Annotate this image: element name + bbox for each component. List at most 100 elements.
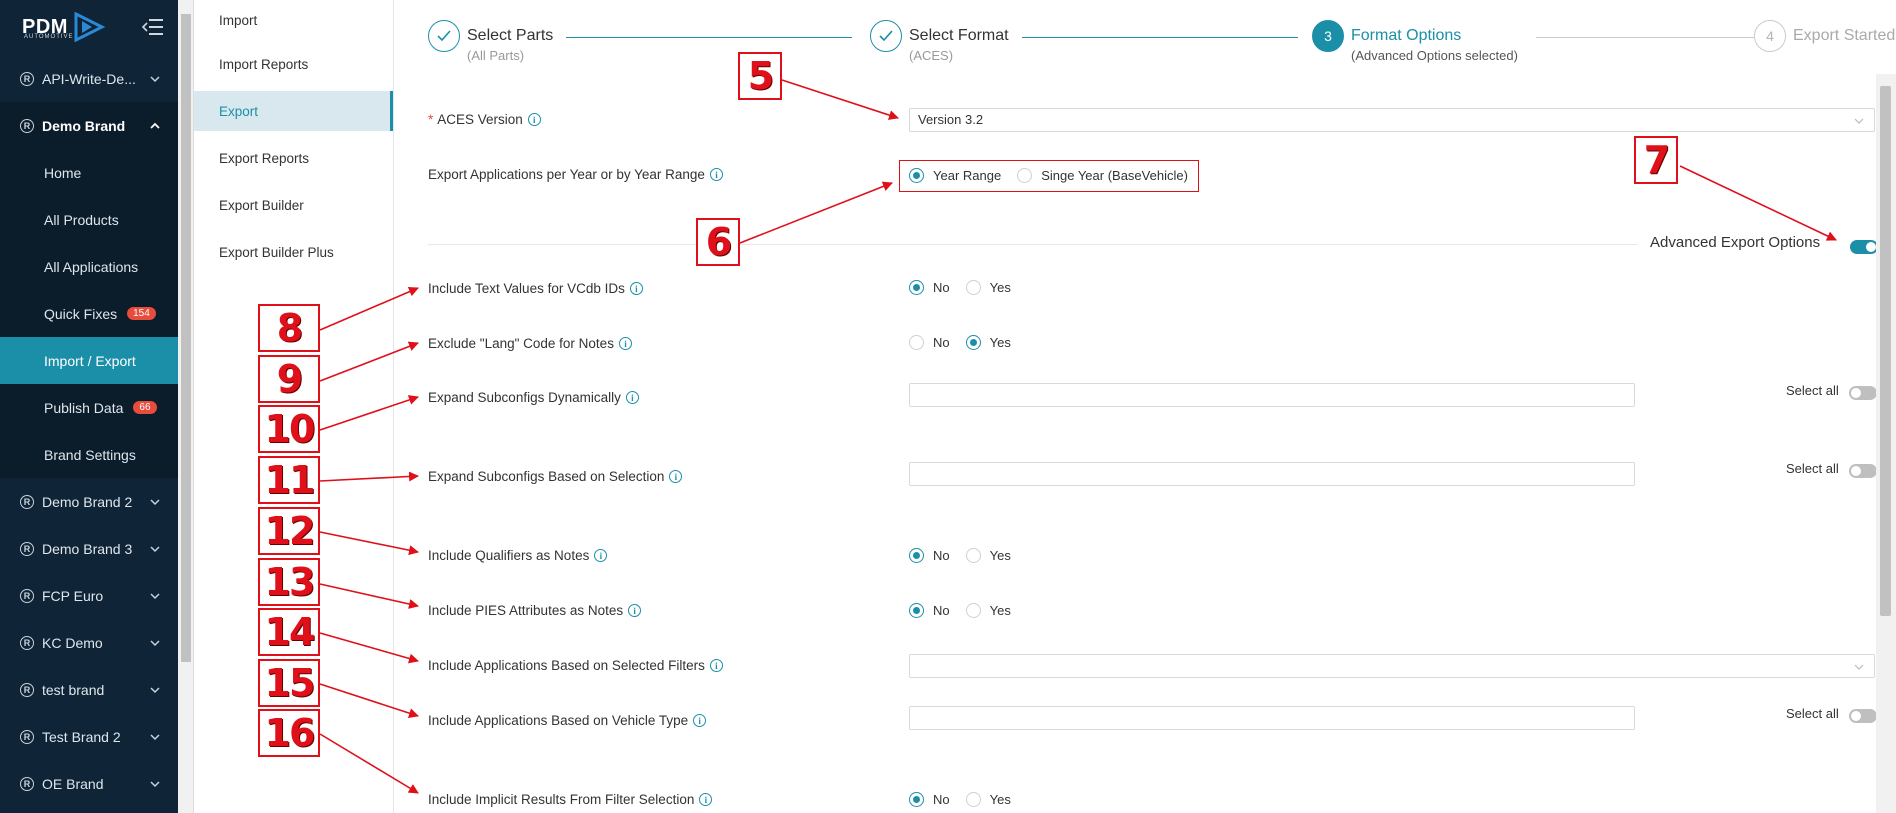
year-mode-radio-group: Year Range Singe Year (BaseVehicle)	[909, 168, 1204, 183]
radio-label: Yes	[989, 548, 1011, 563]
info-icon[interactable]: i	[693, 714, 707, 727]
sidebar-item-all-products[interactable]: All Products	[0, 196, 178, 243]
sidebar-item-all-applications[interactable]: All Applications	[0, 243, 178, 290]
sidebar-item-api-write-demo[interactable]: R API-Write-De...	[0, 55, 178, 102]
info-icon[interactable]: i	[527, 113, 541, 126]
sidebar-item-quick-fixes[interactable]: Quick Fixes 154	[0, 290, 178, 337]
annotation-marker-16: 16	[258, 709, 320, 757]
chevron-down-icon	[150, 498, 160, 505]
step-select-parts[interactable]: Select Parts (All Parts)	[428, 20, 553, 63]
subnav-item-import[interactable]: Import	[194, 0, 393, 40]
annotation-marker-11: 11	[258, 456, 320, 504]
subnav-item-label: Export Builder	[219, 197, 304, 213]
subnav-item-export-reports[interactable]: Export Reports	[194, 138, 393, 178]
publish-data-count-badge: 66	[133, 401, 157, 414]
subconfigs-dynamic-select-all-toggle[interactable]	[1849, 386, 1877, 400]
info-icon[interactable]: i	[625, 391, 639, 404]
label-text: Include PIES Attributes as Notes	[428, 603, 624, 618]
sidebar-item-label: Home	[44, 164, 82, 181]
sidebar-item-home[interactable]: Home	[0, 149, 178, 196]
info-icon[interactable]: i	[699, 793, 713, 806]
vehicle-type-select-all-toggle[interactable]	[1849, 709, 1877, 723]
step-export-started: 4 Export Started	[1754, 20, 1895, 52]
aces-version-select[interactable]: Version 3.2	[909, 108, 1875, 132]
radio-dot	[909, 280, 924, 295]
text-values-yes-radio[interactable]: Yes	[965, 280, 1011, 295]
implicit-results-no-radio[interactable]: No	[909, 792, 950, 807]
text-values-no-radio[interactable]: No	[909, 280, 950, 295]
sidebar-item-publish-data[interactable]: Publish Data 66	[0, 384, 178, 431]
subnav-item-label: Import	[219, 12, 258, 28]
sidebar-item-demo-brand[interactable]: R Demo Brand	[0, 102, 178, 149]
scrollbar-thumb[interactable]	[181, 14, 191, 662]
sidebar-item-label: Import / Export	[44, 352, 136, 369]
label-text: Include Implicit Results From Filter Sel…	[428, 792, 695, 807]
selected-filters-select[interactable]	[909, 654, 1875, 678]
sidebar-item-brand-settings[interactable]: Brand Settings	[0, 431, 178, 478]
info-icon[interactable]: i	[669, 470, 683, 483]
sidebar-item-label: Demo Brand	[42, 117, 126, 134]
info-icon[interactable]: i	[594, 549, 608, 562]
lang-code-no-radio[interactable]: No	[909, 335, 950, 350]
label-text: Expand Subconfigs Based on Selection	[428, 469, 665, 484]
main-scrollbar[interactable]	[1876, 74, 1896, 813]
subnav-item-export[interactable]: Export	[194, 91, 393, 131]
advanced-options-toggle[interactable]	[1850, 240, 1878, 254]
implicit-results-radio-group: No Yes	[909, 792, 1027, 807]
sidebar-item-kc-demo[interactable]: R KC Demo	[0, 619, 178, 666]
subnav-item-export-builder[interactable]: Export Builder	[194, 185, 393, 225]
sidebar-item-test-brand[interactable]: R test brand	[0, 666, 178, 713]
pdm-logo[interactable]: PDM AUTOMOTIVE	[22, 10, 106, 44]
subconfigs-selection-input[interactable]	[909, 462, 1635, 486]
implicit-results-yes-radio[interactable]: Yes	[965, 792, 1011, 807]
info-icon[interactable]: i	[709, 659, 723, 672]
annotation-marker-14: 14	[258, 608, 320, 656]
sidebar-item-fcp-euro[interactable]: R FCP Euro	[0, 572, 178, 619]
sidebar-item-test-brand-2[interactable]: R Test Brand 2	[0, 713, 178, 760]
sidebar-item-oe-brand[interactable]: R OE Brand	[0, 760, 178, 807]
chevron-down-icon	[150, 639, 160, 646]
qualifiers-yes-radio[interactable]: Yes	[965, 548, 1011, 563]
pies-attributes-yes-radio[interactable]: Yes	[965, 603, 1011, 618]
select-all-label: Select all	[1786, 706, 1839, 721]
radio-dot	[909, 548, 924, 563]
year-range-radio[interactable]: Year Range	[909, 168, 1001, 183]
chevron-down-icon	[150, 780, 160, 787]
subnav-item-import-reports[interactable]: Import Reports	[194, 44, 393, 84]
chevron-down-icon	[1854, 118, 1864, 124]
quick-fixes-count-badge: 154	[127, 307, 156, 320]
menu-collapse-icon[interactable]	[142, 18, 164, 36]
info-icon[interactable]: i	[628, 604, 642, 617]
annotation-marker-10: 10	[258, 405, 320, 453]
logo-subtext: AUTOMOTIVE	[24, 34, 74, 40]
info-icon[interactable]: i	[618, 337, 632, 350]
sidebar-item-import-export[interactable]: Import / Export	[0, 337, 178, 384]
info-icon[interactable]: i	[629, 282, 643, 295]
pies-attributes-no-radio[interactable]: No	[909, 603, 950, 618]
qualifiers-label: Include Qualifiers as Notes i	[428, 548, 608, 563]
lang-code-yes-radio[interactable]: Yes	[965, 335, 1011, 350]
radio-dot	[965, 280, 981, 295]
sidebar-scrollbar[interactable]	[178, 0, 194, 813]
registered-icon: R	[20, 541, 34, 556]
chevron-down-icon	[1854, 664, 1864, 670]
subnav-item-export-builder-plus[interactable]: Export Builder Plus	[194, 232, 393, 272]
step-select-format[interactable]: Select Format (ACES)	[870, 20, 1009, 63]
sidebar-item-demo-brand-3[interactable]: R Demo Brand 3	[0, 525, 178, 572]
single-year-radio[interactable]: Singe Year (BaseVehicle)	[1017, 168, 1188, 183]
annotation-marker-6: 6	[696, 218, 740, 266]
info-icon[interactable]: i	[709, 168, 723, 181]
subconfigs-dynamic-input[interactable]	[909, 383, 1635, 407]
sidebar-item-label: OE Brand	[42, 775, 104, 792]
aces-version-label: * ACES Version i	[428, 112, 541, 127]
scrollbar-thumb[interactable]	[1880, 86, 1891, 616]
annotation-marker-15: 15	[258, 659, 320, 707]
qualifiers-no-radio[interactable]: No	[909, 548, 950, 563]
annotation-arrow-7	[1679, 165, 1837, 241]
vehicle-type-input[interactable]	[909, 706, 1635, 730]
subconfigs-selection-select-all-toggle[interactable]	[1849, 464, 1877, 478]
sidebar-item-demo-brand-2[interactable]: R Demo Brand 2	[0, 478, 178, 525]
subnav-item-label: Import Reports	[219, 56, 309, 72]
pies-attributes-radio-group: No Yes	[909, 603, 1027, 618]
label-text: ACES Version	[437, 112, 523, 127]
